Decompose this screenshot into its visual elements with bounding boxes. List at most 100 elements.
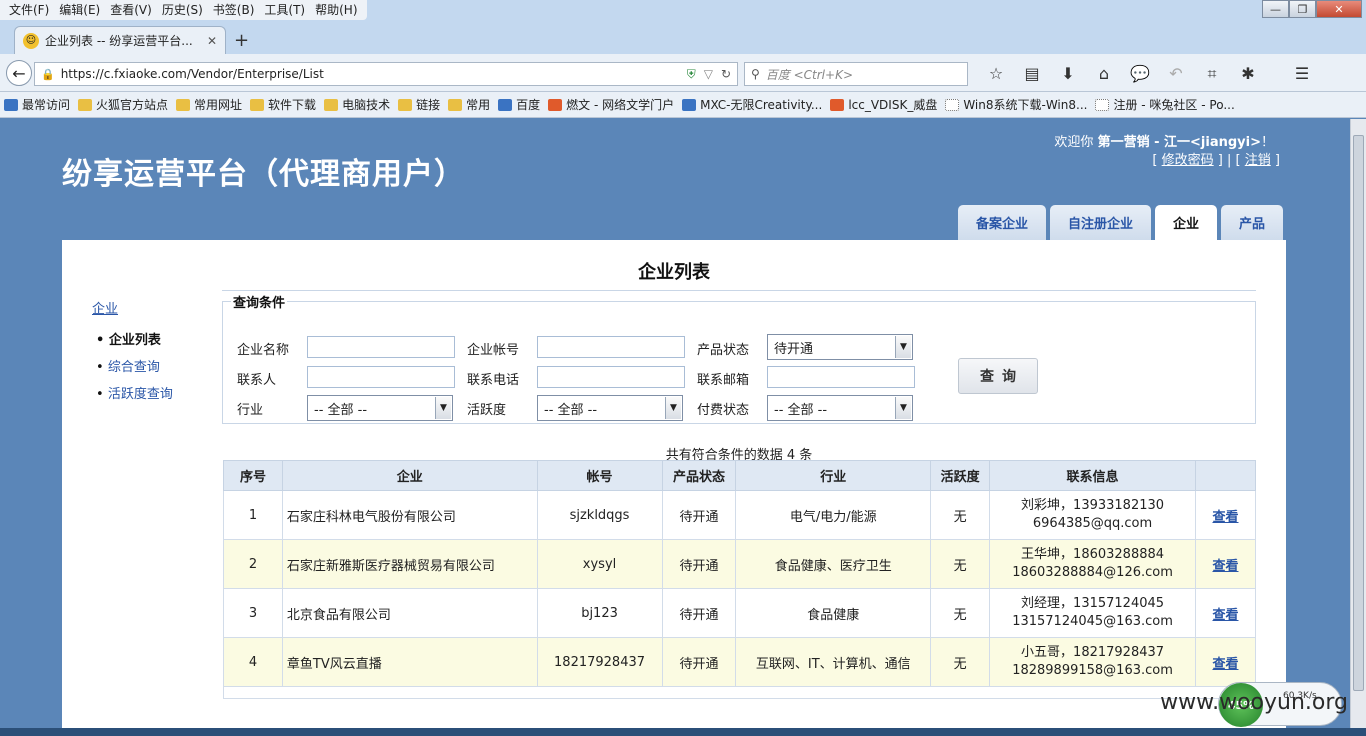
site-icon bbox=[682, 98, 697, 111]
cell-account: sjzkldqgs bbox=[536, 490, 663, 540]
left-nav: 企业 企业列表 综合查询 活跃度查询 bbox=[92, 298, 173, 410]
search-placeholder: 百度 <Ctrl+K> bbox=[765, 67, 853, 82]
left-nav-comprehensive-query[interactable]: 综合查询 bbox=[92, 356, 173, 375]
undo-icon[interactable]: ↶ bbox=[1158, 64, 1194, 84]
enterprise-name-input[interactable] bbox=[307, 336, 455, 358]
left-nav-header[interactable]: 企业 bbox=[92, 298, 173, 317]
bookmark-item[interactable]: 燃文 - 网络文学门户 bbox=[548, 96, 674, 113]
product-status-select[interactable]: 待开通 ▼ bbox=[767, 334, 913, 360]
shield-icon[interactable]: ⛨ bbox=[687, 67, 696, 82]
bookmark-item[interactable]: lcc_VDISK_威盘 bbox=[830, 96, 937, 113]
bookmark-item[interactable]: 链接 bbox=[398, 96, 440, 113]
title-divider bbox=[222, 290, 1256, 291]
hamburger-menu-icon[interactable]: ☰ bbox=[1284, 64, 1320, 84]
cell-status: 待开通 bbox=[661, 588, 737, 638]
activity-select[interactable]: -- 全部 -- ▼ bbox=[537, 395, 683, 421]
menu-view[interactable]: 查看(V) bbox=[105, 0, 157, 20]
search-box[interactable]: ⚲ 百度 <Ctrl+K> bbox=[744, 62, 968, 86]
bookmark-item[interactable]: Win8系统下载-Win8... bbox=[945, 96, 1087, 113]
bookmark-item[interactable]: 最常访问 bbox=[4, 96, 70, 113]
enterprise-account-input[interactable] bbox=[537, 336, 685, 358]
menu-file[interactable]: 文件(F) bbox=[4, 0, 54, 20]
browser-tab[interactable]: ☺ 企业列表 -- 纷享运营平台... ✕ bbox=[14, 26, 226, 54]
tab-registered-enterprises[interactable]: 备案企业 bbox=[958, 205, 1047, 240]
label-pay-status: 付费状态 bbox=[697, 403, 750, 418]
bookmark-item[interactable]: 火狐官方站点 bbox=[78, 96, 168, 113]
cell-industry: 食品健康 bbox=[735, 588, 932, 638]
bookmark-item[interactable]: 软件下载 bbox=[250, 96, 316, 113]
close-window-button[interactable]: ✕ bbox=[1316, 0, 1362, 18]
home-icon[interactable]: ⌂ bbox=[1086, 64, 1122, 84]
close-tab-icon[interactable]: ✕ bbox=[207, 34, 217, 48]
maximize-button[interactable]: ❐ bbox=[1289, 0, 1316, 18]
toolbar-icons: ☆ ▤ ⬇ ⌂ 💬 ↶ ⌗ ✱ ☰ bbox=[978, 64, 1320, 84]
folder-icon bbox=[398, 98, 413, 111]
view-link[interactable]: 查看 bbox=[1212, 510, 1238, 525]
tab-bar: ☺ 企业列表 -- 纷享运营平台... ✕ + bbox=[0, 22, 1366, 54]
reload-icon[interactable]: ↻ bbox=[721, 67, 731, 81]
cell-company: 北京食品有限公司 bbox=[281, 588, 538, 638]
bookmark-item[interactable]: 常用 bbox=[448, 96, 490, 113]
menu-bookmarks[interactable]: 书签(B) bbox=[208, 0, 260, 20]
site-icon bbox=[830, 98, 845, 111]
folder-icon bbox=[324, 98, 339, 111]
bookmark-item[interactable]: 百度 bbox=[498, 96, 540, 113]
cell-company: 石家庄科林电气股份有限公司 bbox=[281, 490, 538, 540]
welcome-user: 第一营销 - 江一<jiangyi> bbox=[1097, 135, 1261, 150]
cell-industry: 食品健康、医疗卫生 bbox=[735, 539, 932, 589]
pay-status-select[interactable]: -- 全部 -- ▼ bbox=[767, 395, 913, 421]
minimize-button[interactable]: — bbox=[1262, 0, 1289, 18]
left-nav-enterprise-list[interactable]: 企业列表 bbox=[92, 329, 173, 348]
tab-products[interactable]: 产品 bbox=[1221, 205, 1284, 240]
folder-icon bbox=[78, 98, 93, 111]
contact-email-input[interactable] bbox=[767, 366, 915, 388]
contact-phone-input[interactable] bbox=[537, 366, 685, 388]
tab-self-registered-enterprises[interactable]: 自注册企业 bbox=[1050, 205, 1152, 240]
new-tab-button[interactable]: + bbox=[234, 30, 249, 51]
table-row: 4 章鱼TV风云直播 18217928437 待开通 互联网、IT、计算机、通信… bbox=[223, 637, 1256, 687]
menu-edit[interactable]: 编辑(E) bbox=[54, 0, 105, 20]
col-header-no: 序号 bbox=[223, 460, 283, 491]
bookmark-star-icon[interactable]: ☆ bbox=[978, 64, 1014, 84]
bookmark-item[interactable]: MXC-无限Creativity... bbox=[682, 96, 822, 113]
left-nav-activity-query[interactable]: 活跃度查询 bbox=[92, 383, 173, 402]
back-button[interactable]: ← bbox=[6, 60, 32, 86]
query-button[interactable]: 查询 bbox=[958, 358, 1038, 394]
label-enterprise-account: 企业帐号 bbox=[467, 343, 520, 358]
col-header-company: 企业 bbox=[281, 460, 538, 491]
dropdown-icon[interactable]: ▽ bbox=[704, 67, 713, 81]
extension-icon[interactable]: ✱ bbox=[1230, 64, 1266, 84]
bookmark-item[interactable]: 常用网址 bbox=[176, 96, 242, 113]
bookmark-item[interactable]: 注册 - 咪兔社区 - Po... bbox=[1095, 96, 1235, 113]
label-industry: 行业 bbox=[237, 403, 264, 418]
crop-icon[interactable]: ⌗ bbox=[1194, 64, 1230, 84]
url-text: https://c.fxiaoke.com/Vendor/Enterprise/… bbox=[60, 67, 324, 81]
chat-icon[interactable]: 💬 bbox=[1122, 64, 1158, 84]
view-link[interactable]: 查看 bbox=[1212, 559, 1238, 574]
view-link[interactable]: 查看 bbox=[1212, 608, 1238, 623]
bookmark-item[interactable]: 电脑技术 bbox=[324, 96, 390, 113]
col-header-product-status: 产品状态 bbox=[661, 460, 737, 491]
menu-history[interactable]: 历史(S) bbox=[157, 0, 208, 20]
reading-list-icon[interactable]: ▤ bbox=[1014, 64, 1050, 84]
lock-icon: 🔒 bbox=[41, 67, 55, 81]
query-legend: 查询条件 bbox=[233, 296, 286, 311]
vertical-scrollbar[interactable] bbox=[1350, 119, 1366, 728]
cell-no: 1 bbox=[223, 490, 283, 540]
industry-select[interactable]: -- 全部 -- ▼ bbox=[307, 395, 453, 421]
query-form: 查询条件 企业名称 企业帐号 产品状态 待开通 ▼ 联系人 联系电话 联系邮箱 … bbox=[222, 292, 1256, 424]
tab-enterprises[interactable]: 企业 bbox=[1155, 205, 1218, 240]
menu-help[interactable]: 帮助(H) bbox=[310, 0, 362, 20]
cell-account: 18217928437 bbox=[536, 637, 663, 687]
change-password-link[interactable]: 修改密码 bbox=[1162, 153, 1214, 168]
cell-status: 待开通 bbox=[661, 490, 737, 540]
scrollbar-thumb[interactable] bbox=[1353, 135, 1364, 691]
download-icon[interactable]: ⬇ bbox=[1050, 64, 1086, 84]
contact-person-input[interactable] bbox=[307, 366, 455, 388]
menu-tools[interactable]: 工具(T) bbox=[259, 0, 310, 20]
col-header-action bbox=[1195, 460, 1256, 491]
label-product-status: 产品状态 bbox=[697, 343, 750, 358]
url-bar[interactable]: 🔒 https://c.fxiaoke.com/Vendor/Enterpris… bbox=[34, 62, 738, 86]
view-link[interactable]: 查看 bbox=[1212, 657, 1238, 672]
logout-link[interactable]: 注销 bbox=[1245, 153, 1271, 168]
